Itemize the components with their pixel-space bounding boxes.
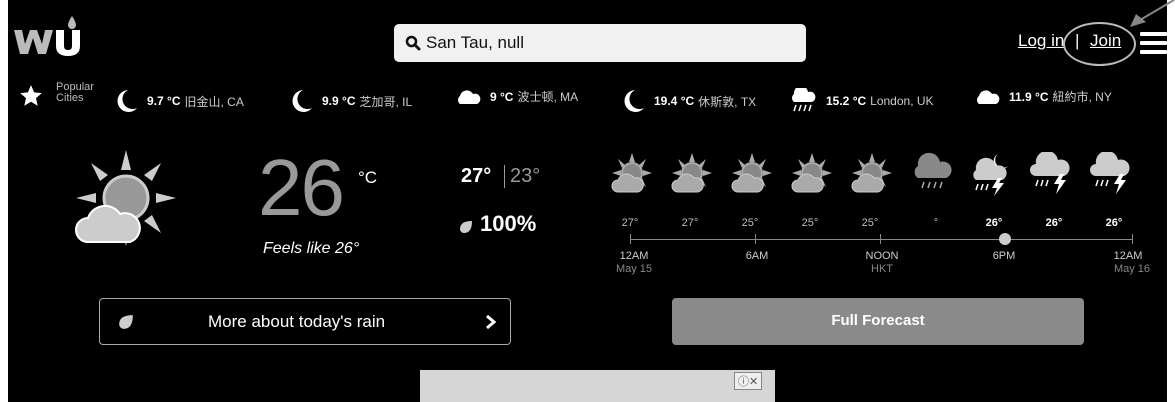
hourly-temp: 26°: [985, 217, 1003, 229]
thunderstorm-icon: [1090, 152, 1130, 194]
popular-city[interactable]: 9.7 °C 旧金山, CA: [113, 88, 244, 114]
partly-sunny-icon: [731, 153, 772, 193]
hourly-temp: 25°: [741, 217, 759, 229]
popular-city[interactable]: 19.4 °C 休斯敦, TX: [620, 88, 756, 114]
partly-sunny-icon: [75, 150, 176, 246]
popular-city[interactable]: 11.9 °C 紐約市, NY: [973, 88, 1112, 105]
raindrop-icon: [119, 315, 133, 329]
hourly-temp: 26°: [1045, 217, 1063, 229]
timeline-axis: [630, 239, 1132, 240]
timeline-label: 12AM: [619, 250, 649, 262]
partly-sunny-icon: [671, 153, 712, 193]
ad-close-icon[interactable]: ⓘ✕: [734, 372, 763, 390]
timeline-label: 6AM: [745, 250, 769, 262]
high-temp: 27°: [461, 165, 492, 187]
rain-cloud-icon: [914, 152, 952, 189]
hamburger-menu-icon[interactable]: [1140, 32, 1167, 54]
cloud-icon: [458, 89, 481, 104]
login-link[interactable]: Log in: [1018, 31, 1064, 51]
wu-logo[interactable]: [10, 14, 90, 58]
popular-cities-label: Popular Cities: [56, 81, 94, 104]
star-icon[interactable]: [18, 83, 44, 109]
hourly-temp: 25°: [861, 217, 879, 229]
full-forecast-button[interactable]: Full Forecast: [672, 298, 1084, 345]
timeline-label: 6PM: [992, 250, 1016, 262]
hourly-temp: 27°: [681, 217, 699, 229]
timeline-sublabel: HKT: [871, 263, 893, 275]
partly-sunny-icon: [611, 153, 652, 193]
popular-city[interactable]: 9 °C 波士顿, MA: [454, 88, 578, 105]
search-icon: [405, 35, 421, 51]
moon-icon: [117, 90, 137, 112]
feels-like: Feels like 26°: [263, 240, 360, 257]
timeline-tick: [880, 234, 881, 244]
rain-cloud-icon: [792, 88, 816, 112]
temperature-unit[interactable]: °C: [358, 168, 377, 188]
moon-icon: [292, 90, 312, 112]
full-forecast-label: Full Forecast: [831, 312, 925, 329]
current-temperature: 26: [258, 143, 345, 232]
rain-details-label: More about today's rain: [208, 312, 386, 331]
rain-chance: 100%: [480, 211, 537, 236]
timeline-label: 12AM: [1113, 250, 1143, 262]
popular-city[interactable]: 9.9 °C 芝加哥, IL: [288, 88, 412, 114]
hourly-temp: 25°: [801, 217, 819, 229]
partly-sunny-icon: [791, 153, 832, 193]
timeline-label: NOON: [865, 250, 899, 262]
thunderstorm-icon: [1030, 152, 1070, 194]
hourly-temp: °: [933, 217, 939, 229]
popular-city[interactable]: 15.2 °C London, UK: [788, 88, 934, 114]
search-input[interactable]: San Tau, null: [426, 33, 524, 53]
cloud-icon: [977, 89, 1000, 104]
annotation-arrow: [1130, 0, 1175, 27]
location-search-box[interactable]: San Tau, null: [394, 24, 806, 62]
hourly-temp: 27°: [621, 217, 639, 229]
raindrop-icon: [460, 221, 472, 233]
night-thunderstorm-icon: [973, 154, 1008, 196]
moon-icon: [624, 90, 644, 112]
ad-banner[interactable]: [420, 370, 775, 402]
current-time-marker: [999, 233, 1011, 245]
timeline-sublabel: May 15: [615, 263, 653, 275]
timeline-tick: [755, 234, 756, 244]
timeline-tick: [630, 234, 631, 244]
timeline-tick: [1132, 234, 1133, 244]
partly-sunny-icon: [851, 153, 892, 193]
hourly-temp: 26°: [1105, 217, 1123, 229]
rain-details-button[interactable]: More about today's rain: [99, 298, 511, 345]
chevron-right-icon: [486, 314, 497, 330]
timeline-sublabel: May 16: [1113, 263, 1151, 275]
low-temp: 23°: [504, 165, 540, 188]
weather-page: San Tau, null Log in | Join Popular Citi…: [8, 0, 1167, 402]
